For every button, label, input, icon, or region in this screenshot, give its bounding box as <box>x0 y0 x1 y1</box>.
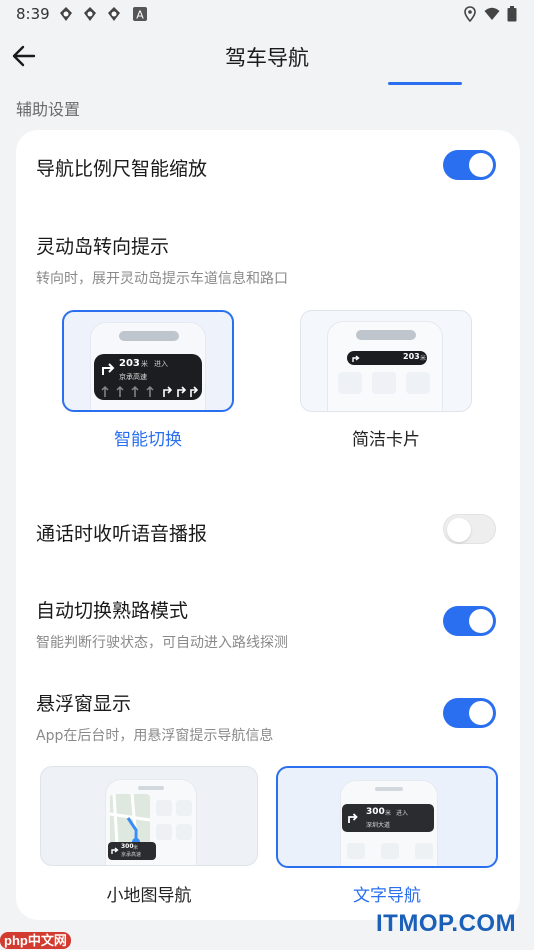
compact-unit: 米 <box>420 355 427 362</box>
tab-indicator <box>388 82 462 85</box>
status-time: 8:39 <box>16 5 50 23</box>
island-action: 进入 <box>154 360 168 368</box>
familiar-route-toggle[interactable] <box>443 606 496 636</box>
sync-icon <box>108 7 120 21</box>
mini-road: 京承高速 <box>121 852 142 858</box>
island-unit: 米 <box>141 360 148 368</box>
island-road: 京承高速 <box>119 373 147 381</box>
lane-arrows-icon <box>101 385 198 397</box>
text-nav-unit: 米 <box>385 810 392 817</box>
placeholder-block <box>381 843 399 859</box>
option-text-nav-label: 文字导航 <box>353 886 421 906</box>
sync-icon <box>60 7 72 21</box>
mini-nav-card: 300 米 京承高速 <box>108 842 156 860</box>
wifi-icon <box>484 7 500 20</box>
placeholder-block <box>406 372 430 394</box>
text-nav-card: 300 米 进入 深圳大道 <box>342 804 434 832</box>
location-icon <box>464 6 476 22</box>
placeholder-block <box>347 843 365 859</box>
section-label: 辅助设置 <box>16 100 81 119</box>
familiar-route-subtitle: 智能判断行驶状态，可自动进入路线探测 <box>36 635 288 651</box>
island-distance: 203 <box>119 358 140 369</box>
toggle-knob <box>447 518 471 542</box>
turn-right-icon <box>352 355 360 362</box>
battery-icon <box>507 6 517 22</box>
dynamic-island-pill <box>119 331 179 341</box>
text-nav-distance: 300 <box>366 807 385 817</box>
svg-text:A: A <box>136 9 144 22</box>
option-smart-switch[interactable]: 203 米 进入 京承高速 <box>62 310 234 412</box>
island-turn-subtitle: 转向时，展开灵动岛提示车道信息和路口 <box>36 271 288 287</box>
option-mini-map-label: 小地图导航 <box>106 886 192 906</box>
speaker-pill <box>138 786 164 790</box>
option-text-nav[interactable]: 300 米 进入 深圳大道 <box>276 766 498 868</box>
sync-icon <box>84 7 96 21</box>
status-bar: 8:39 A <box>0 0 534 28</box>
itmop-watermark: ITMOP.COM <box>376 910 517 937</box>
placeholder-block <box>415 843 433 859</box>
toggle-knob <box>469 701 493 725</box>
toggle-knob <box>469 609 493 633</box>
option-mini-map[interactable]: 300 米 京承高速 <box>40 766 258 866</box>
toggle-knob <box>469 153 493 177</box>
option-compact-card[interactable]: 203 米 <box>300 310 472 412</box>
familiar-route-title: 自动切换熟路模式 <box>36 600 189 622</box>
app-bar: 驾车导航 <box>0 28 534 84</box>
placeholder-block <box>176 824 192 840</box>
island-card: 203 米 进入 京承高速 <box>94 354 202 400</box>
floating-window-toggle[interactable] <box>443 698 496 728</box>
text-nav-action: 进入 <box>396 810 409 817</box>
floating-window-title: 悬浮窗显示 <box>36 693 132 715</box>
mini-unit: 米 <box>133 845 139 851</box>
placeholder-block <box>156 800 172 816</box>
turn-right-icon <box>348 813 358 823</box>
a-icon: A <box>133 7 147 22</box>
call-voice-toggle[interactable] <box>443 514 496 544</box>
compact-island: 203 米 <box>347 351 427 365</box>
option-compact-card-label: 简洁卡片 <box>352 430 420 450</box>
mini-distance: 300 <box>121 843 134 850</box>
compact-distance: 203 <box>403 352 420 361</box>
phone-mockup <box>327 321 443 411</box>
php-site-logo-text: php中文网 <box>0 932 71 949</box>
placeholder-block <box>372 372 396 394</box>
call-voice-title: 通话时收听语音播报 <box>36 523 208 545</box>
placeholder-block <box>176 800 192 816</box>
turn-right-icon <box>102 363 115 375</box>
dynamic-island-pill <box>356 330 416 340</box>
smart-zoom-title: 导航比例尺智能缩放 <box>36 158 208 180</box>
placeholder-block <box>156 824 172 840</box>
island-turn-title: 灵动岛转向提示 <box>36 236 170 258</box>
php-site-logo: php中文网 <box>0 930 71 950</box>
smart-zoom-toggle[interactable] <box>443 150 496 180</box>
page-title: 驾车导航 <box>225 46 309 70</box>
phone-mockup: 300 米 京承高速 <box>105 779 197 865</box>
turn-right-icon <box>111 847 119 854</box>
option-smart-switch-label: 智能切换 <box>114 430 182 450</box>
speaker-pill <box>375 787 403 791</box>
floating-window-subtitle: App在后台时，用悬浮窗提示导航信息 <box>36 728 274 744</box>
placeholder-block <box>338 372 362 394</box>
text-nav-road: 深圳大道 <box>366 822 391 829</box>
